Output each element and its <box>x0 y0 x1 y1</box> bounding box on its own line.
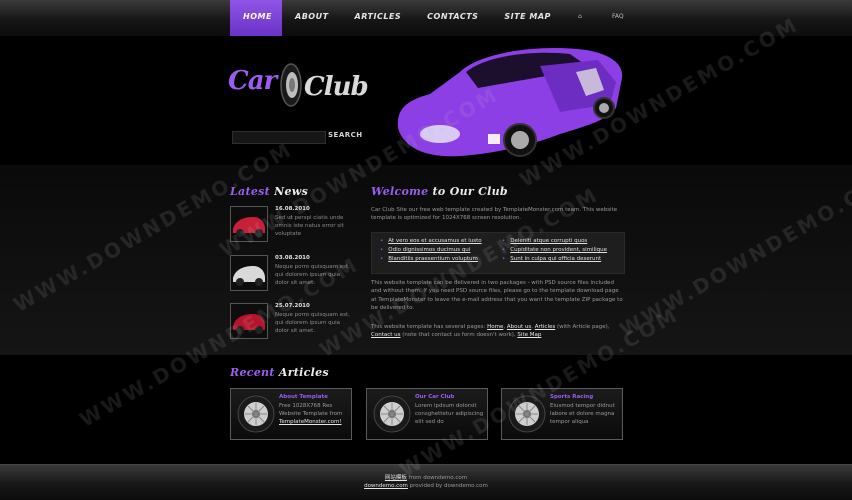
heading-word: Articles <box>278 366 329 379</box>
footer-line-1: 网站模板 from downdemo.com <box>0 473 852 481</box>
link-item[interactable]: Deleniti atque corrupti quos <box>502 237 607 246</box>
link-home[interactable]: Home <box>487 324 503 330</box>
news-text: Neque porro quisquam est, qui dolorem ip… <box>275 312 350 335</box>
heading-accent-word: Welcome <box>371 185 429 198</box>
news-text: Neque porro quisquam est, qui dolorem ip… <box>275 264 350 287</box>
search-button[interactable]: SEARCH <box>328 131 363 139</box>
link-item[interactable]: At vero eos et accusamus et iusto <box>380 237 481 246</box>
link-item[interactable]: Cupiditate non provident, similique <box>502 246 607 255</box>
links-box: At vero eos et accusamus et iusto Odio d… <box>371 232 625 274</box>
heading-accent-word: Latest <box>230 185 271 198</box>
search-input[interactable] <box>232 131 326 144</box>
links-left: At vero eos et accusamus et iusto Odio d… <box>380 237 482 264</box>
article-text: Lorem ipdsum dolorsit consghettetur adip… <box>415 403 484 425</box>
heading-word: News <box>274 185 309 198</box>
article-text: Free 1028X768 Res Website Template from … <box>279 402 349 426</box>
recent-articles-heading: Recent Articles <box>230 366 329 379</box>
article-title[interactable]: Our Car Club <box>415 394 454 400</box>
text-fragment: Free 1028X768 Res Website Template from <box>279 403 343 417</box>
article-title[interactable]: About Template <box>279 394 328 400</box>
nav-about[interactable]: ABOUT <box>282 0 342 36</box>
text-fragment: (with Article page), <box>555 324 610 330</box>
nav-contacts[interactable]: CONTACTS <box>414 0 491 36</box>
welcome-pages-text: This website template has several pages:… <box>371 324 610 339</box>
article-card[interactable]: About Template Free 1028X768 Res Website… <box>230 388 352 440</box>
link-item[interactable]: Odio dignissimos ducimus qui <box>380 246 482 255</box>
nav-home-small-icon[interactable]: ⌂ <box>578 13 582 20</box>
tire-icon <box>280 63 302 107</box>
article-title[interactable]: Sports Racing <box>550 394 593 400</box>
footer-line-2: downdemo.com provided by downdemo.com <box>0 483 852 489</box>
news-date: 03.08.2010 <box>275 255 310 261</box>
nav-articles[interactable]: ARTICLES <box>342 0 415 36</box>
nav-faq[interactable]: FAQ <box>612 13 624 20</box>
link-contacts[interactable]: Contact us <box>371 332 401 338</box>
welcome-intro: Car Club Site our free web template crea… <box>371 207 618 222</box>
article-card[interactable]: Our Car Club Lorem ipdsum dolorsit consg… <box>366 388 488 440</box>
text-fragment: (note that contact us form doesn't work)… <box>400 332 518 339</box>
wheel-icon <box>508 395 546 433</box>
footer-link[interactable]: downdemo.com <box>364 483 408 489</box>
footer: 网站模板 from downdemo.com downdemo.com prov… <box>0 464 852 500</box>
welcome-packages-text: This website template can be delivered i… <box>371 280 623 312</box>
news-thumbnail[interactable] <box>230 206 268 242</box>
logo-club-text: Club <box>304 72 369 102</box>
links-right: Deleniti atque corrupti quos Cupiditate … <box>502 237 607 264</box>
news-thumbnail[interactable] <box>230 303 268 339</box>
text-fragment: This website template has several pages: <box>371 324 488 330</box>
article-card[interactable]: Sports Racing Eiusmod tempor didnut labo… <box>501 388 623 440</box>
wheel-icon <box>373 395 411 433</box>
wheel-icon <box>237 395 275 433</box>
welcome-heading: Welcome to Our Club <box>371 185 508 198</box>
nav-site-map[interactable]: SITE MAP <box>491 0 563 36</box>
article-text: Eiusmod tempor didnut labore et dolore m… <box>550 403 615 425</box>
footer-text: provided by downdemo.com <box>407 483 488 489</box>
car-image <box>397 48 623 157</box>
logo-car-text: Car <box>228 66 277 96</box>
news-text: Sed ut perspi ciatis unde omnis iste nat… <box>275 215 344 238</box>
news-date: 25.07.2010 <box>275 303 310 309</box>
link-site-map[interactable]: Site Map <box>517 332 541 338</box>
top-navigation-bar: HOME ABOUT ARTICLES CONTACTS SITE MAP ⌂ … <box>0 0 852 37</box>
link-item[interactable]: Sunt in culpa qui officia deserunt <box>502 255 607 264</box>
nav-home[interactable]: HOME <box>230 0 282 36</box>
news-thumbnail[interactable] <box>230 255 268 291</box>
heading-word: to Our Club <box>432 185 508 198</box>
link-item[interactable]: Blanditiis praesentium voluptum <box>380 255 482 264</box>
link-about[interactable]: About us <box>507 324 531 330</box>
main-menu: HOME ABOUT ARTICLES CONTACTS SITE MAP <box>230 0 564 36</box>
footer-text: from downdemo.com <box>406 475 468 481</box>
article-link[interactable]: TemplateMonster.com! <box>279 419 342 425</box>
link-articles[interactable]: Articles <box>535 324 556 330</box>
news-date: 16.08.2010 <box>275 206 310 212</box>
heading-accent-word: Recent <box>230 366 275 379</box>
footer-link[interactable]: 网站模板 <box>385 475 407 481</box>
latest-news-heading: Latest News <box>230 185 308 198</box>
site-logo[interactable]: Car Club <box>228 62 388 112</box>
